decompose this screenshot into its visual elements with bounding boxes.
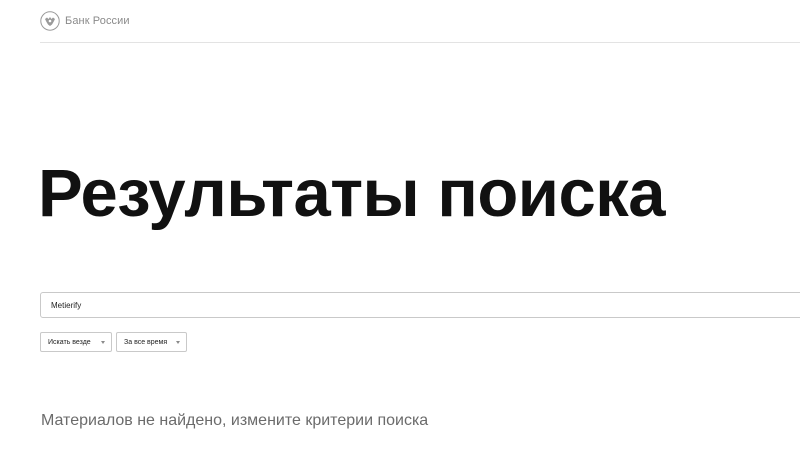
- period-select[interactable]: За все время: [116, 332, 187, 352]
- chevron-down-icon: [176, 340, 180, 344]
- scope-select[interactable]: Искать везде: [40, 332, 112, 352]
- search-box: [40, 292, 800, 318]
- chevron-down-icon: [101, 340, 105, 344]
- period-select-label: За все время: [124, 338, 168, 346]
- scope-select-label: Искать везде: [48, 338, 91, 346]
- page-title: Результаты поиска: [38, 156, 666, 231]
- no-results-message: Материалов не найдено, измените критерии…: [41, 412, 429, 429]
- double-headed-eagle-icon: [40, 11, 60, 31]
- search-filters: Искать везде За все время: [40, 332, 191, 352]
- logo-text: Банк России: [65, 15, 130, 27]
- page: Банк России Результаты поиска Искать вез…: [0, 0, 800, 464]
- search-input[interactable]: [41, 293, 751, 317]
- site-header: Банк России: [40, 0, 800, 43]
- bank-logo-link[interactable]: Банк России: [40, 11, 130, 31]
